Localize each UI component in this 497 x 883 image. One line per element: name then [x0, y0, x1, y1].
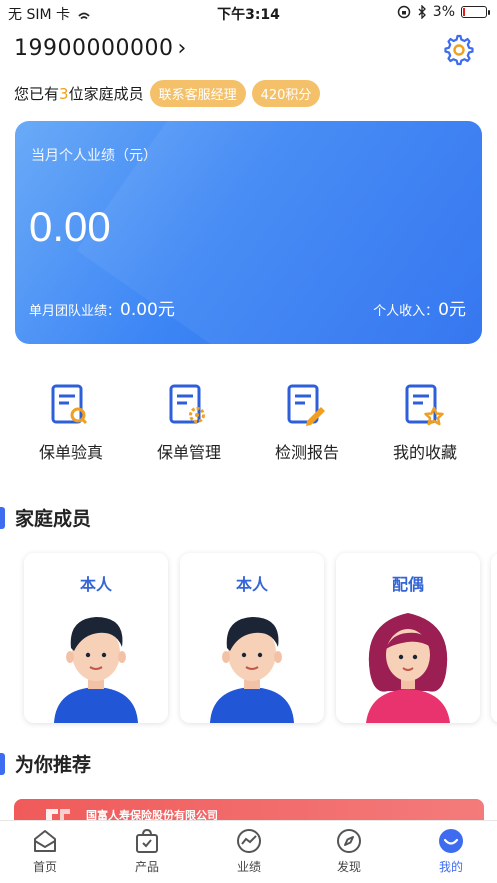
- tab-performance[interactable]: 业绩: [214, 827, 284, 875]
- male-avatar-icon: [54, 617, 138, 723]
- quick-actions: 保单验真 保单管理 检测报告 我的收藏: [0, 383, 497, 463]
- settings-gear-icon[interactable]: [443, 34, 475, 66]
- product-bag-icon: [136, 828, 158, 853]
- tab-home[interactable]: 首页: [10, 827, 80, 875]
- performance-title: 当月个人业绩（元）: [31, 148, 157, 164]
- family-member-card[interactable]: 本人: [24, 553, 168, 723]
- action-label: 保单验真: [38, 443, 103, 462]
- action-favorites[interactable]: 我的收藏: [375, 383, 475, 463]
- contact-manager-button[interactable]: 联系客服经理: [149, 80, 246, 107]
- battery-percent: 3%: [432, 4, 455, 20]
- phone-number: 19900000000: [14, 36, 174, 61]
- profile-icon: [439, 829, 463, 853]
- report-icon: [287, 384, 325, 426]
- action-policy-verify[interactable]: 保单验真: [21, 383, 121, 463]
- family-member-summary: 您已有3位家庭成员 联系客服经理 420积分: [14, 80, 321, 107]
- points-badge[interactable]: 420积分: [251, 80, 321, 107]
- action-label: 保单管理: [156, 443, 221, 462]
- tab-mine[interactable]: 我的: [416, 827, 486, 875]
- action-label: 我的收藏: [392, 443, 457, 462]
- performance-icon: [237, 829, 261, 853]
- battery-icon: [461, 6, 490, 18]
- family-member-card-partial[interactable]: [491, 553, 497, 723]
- home-icon: [34, 830, 56, 852]
- bottom-tab-bar: 首页 产品 业绩 发现 我的: [0, 820, 497, 883]
- tab-label: 产品: [134, 860, 159, 874]
- chevron-right-icon: ›: [177, 36, 187, 61]
- tab-label: 发现: [336, 860, 361, 874]
- recommend-section-header: 为你推荐: [0, 750, 91, 777]
- family-member-card[interactable]: 本人: [180, 553, 324, 723]
- female-avatar-icon: [366, 613, 450, 723]
- team-performance: 单月团队业绩：0.00元: [29, 300, 175, 320]
- member-count: 3: [59, 85, 69, 103]
- member-role: 配偶: [391, 575, 424, 594]
- tab-label: 首页: [32, 860, 57, 874]
- action-label: 检测报告: [274, 443, 339, 462]
- policy-verify-icon: [51, 384, 88, 425]
- favorite-icon: [405, 384, 444, 426]
- section-title: 为你推荐: [15, 754, 92, 776]
- compass-icon: [337, 829, 361, 853]
- action-policy-manage[interactable]: 保单管理: [139, 383, 239, 463]
- male-avatar-icon: [210, 617, 294, 723]
- bluetooth-icon: [418, 5, 426, 19]
- section-title: 家庭成员: [15, 508, 92, 530]
- family-member-card[interactable]: 配偶: [336, 553, 480, 723]
- tab-label: 我的: [438, 860, 463, 874]
- tab-products[interactable]: 产品: [112, 827, 182, 875]
- orientation-lock-icon: [397, 5, 411, 19]
- action-report[interactable]: 检测报告: [257, 383, 357, 463]
- personal-income-value: 0元: [438, 300, 466, 320]
- member-role: 本人: [79, 575, 112, 594]
- tab-discover[interactable]: 发现: [314, 827, 384, 875]
- performance-value: 0.00: [29, 203, 111, 250]
- tab-label: 业绩: [236, 860, 261, 874]
- performance-card[interactable]: 当月个人业绩（元） 0.00 单月团队业绩：0.00元 个人收入：0元: [15, 121, 482, 344]
- member-role: 本人: [235, 575, 268, 594]
- team-performance-value: 0.00元: [120, 300, 175, 320]
- status-bar: 无 SIM 卡 下午3:14 3%: [0, 0, 497, 26]
- family-section-header: 家庭成员: [0, 504, 91, 531]
- personal-income: 个人收入：0元: [373, 300, 466, 320]
- policy-manage-icon: [169, 384, 205, 424]
- account-phone-link[interactable]: 19900000000 ›: [14, 36, 186, 61]
